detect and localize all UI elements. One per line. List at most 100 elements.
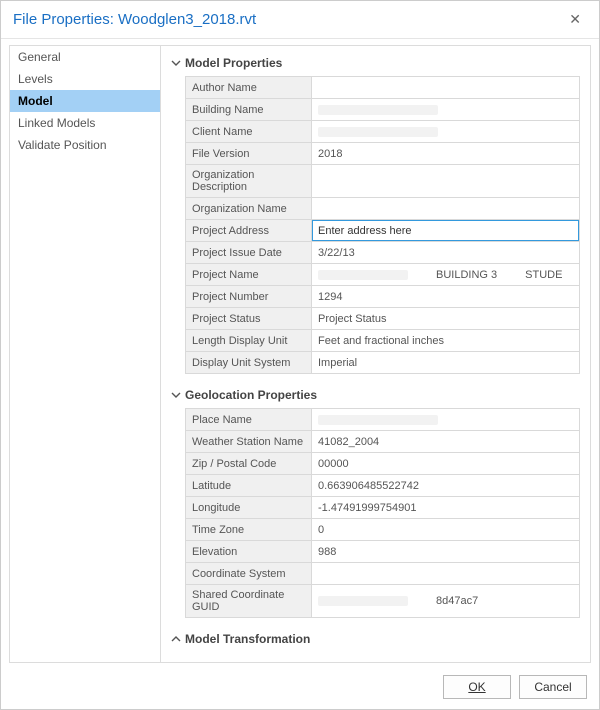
property-value[interactable]	[312, 99, 579, 120]
property-row: Project Issue Date3/22/13	[186, 242, 579, 264]
property-value[interactable]: 00000	[312, 453, 579, 474]
redacted-value	[318, 270, 408, 280]
property-label: Project Issue Date	[186, 242, 312, 263]
sidebar-item-model[interactable]: Model	[10, 90, 160, 112]
property-value[interactable]: -1.47491999754901	[312, 497, 579, 518]
sidebar-item-validate-position[interactable]: Validate Position	[10, 134, 160, 156]
sidebar: GeneralLevelsModelLinked ModelsValidate …	[9, 45, 161, 663]
property-value[interactable]: Project Status	[312, 308, 579, 329]
property-value[interactable]: 988	[312, 541, 579, 562]
property-value[interactable]	[312, 198, 579, 219]
sidebar-item-linked-models[interactable]: Linked Models	[10, 112, 160, 134]
property-value-part: 8d47ac7	[436, 595, 478, 607]
property-value[interactable]: 3/22/13	[312, 242, 579, 263]
property-label: Place Name	[186, 409, 312, 430]
property-label: Project Status	[186, 308, 312, 329]
property-value[interactable]: 41082_2004	[312, 431, 579, 452]
property-row: Time Zone0	[186, 519, 579, 541]
section-title: Geolocation Properties	[185, 388, 317, 402]
redacted-value	[318, 596, 408, 606]
property-row: Organization Name	[186, 198, 579, 220]
property-row: Project Name BUILDING 3 STUDE	[186, 264, 579, 286]
section-header-model-properties[interactable]: Model Properties	[171, 52, 580, 76]
property-label: Longitude	[186, 497, 312, 518]
property-label: Author Name	[186, 77, 312, 98]
property-value[interactable]	[312, 77, 579, 98]
property-row: Building Name	[186, 99, 579, 121]
property-value-part: BUILDING 3	[436, 269, 497, 281]
property-label: File Version	[186, 143, 312, 164]
property-row: Display Unit SystemImperial	[186, 352, 579, 374]
redacted-value	[318, 127, 438, 137]
redacted-value	[318, 105, 438, 115]
property-label: Zip / Postal Code	[186, 453, 312, 474]
property-value[interactable]	[312, 563, 579, 584]
property-label: Building Name	[186, 99, 312, 120]
property-row: Weather Station Name41082_2004	[186, 431, 579, 453]
redacted-value	[318, 415, 438, 425]
window-title: File Properties: Woodglen3_2018.rvt	[13, 11, 563, 28]
property-label: Display Unit System	[186, 352, 312, 373]
property-value[interactable]	[312, 121, 579, 142]
ok-button[interactable]: OK	[443, 675, 511, 699]
property-label: Elevation	[186, 541, 312, 562]
property-label: Weather Station Name	[186, 431, 312, 452]
property-value[interactable]: 1294	[312, 286, 579, 307]
property-value[interactable]: BUILDING 3 STUDE	[312, 264, 579, 285]
section-title: Model Transformation	[185, 632, 310, 646]
dialog-body: GeneralLevelsModelLinked ModelsValidate …	[1, 39, 599, 667]
property-value[interactable]: 8d47ac7	[312, 585, 579, 617]
property-row: Project StatusProject Status	[186, 308, 579, 330]
property-value[interactable]	[312, 220, 579, 241]
model-properties-table: Author NameBuilding NameClient NameFile …	[185, 76, 580, 374]
property-value[interactable]	[312, 165, 579, 197]
property-label: Coordinate System	[186, 563, 312, 584]
property-row: File Version2018	[186, 143, 579, 165]
property-row: Coordinate System	[186, 563, 579, 585]
section-header-model-transformation[interactable]: Model Transformation	[171, 628, 580, 652]
property-label: Project Name	[186, 264, 312, 285]
property-value[interactable]	[312, 409, 579, 430]
property-label: Project Address	[186, 220, 312, 241]
property-label: Client Name	[186, 121, 312, 142]
property-label: Time Zone	[186, 519, 312, 540]
property-input[interactable]	[312, 220, 579, 241]
main-panel: Model Properties Author NameBuilding Name…	[161, 45, 591, 663]
property-row: Elevation988	[186, 541, 579, 563]
property-value[interactable]: 0.663906485522742	[312, 475, 579, 496]
property-label: Organization Name	[186, 198, 312, 219]
footer: OK Cancel	[1, 667, 599, 709]
property-value-part: STUDE	[525, 269, 562, 281]
chevron-down-icon	[171, 390, 181, 400]
property-label: Latitude	[186, 475, 312, 496]
property-value[interactable]: Feet and fractional inches	[312, 330, 579, 351]
property-row: Length Display UnitFeet and fractional i…	[186, 330, 579, 352]
property-row: Shared Coordinate GUID 8d47ac7	[186, 585, 579, 618]
property-label: Shared Coordinate GUID	[186, 585, 312, 617]
property-value[interactable]: Imperial	[312, 352, 579, 373]
sidebar-item-general[interactable]: General	[10, 46, 160, 68]
property-row: Project Number1294	[186, 286, 579, 308]
section-header-geolocation-properties[interactable]: Geolocation Properties	[171, 384, 580, 408]
property-label: Project Number	[186, 286, 312, 307]
property-row: Place Name	[186, 409, 579, 431]
property-label: Length Display Unit	[186, 330, 312, 351]
property-row: Client Name	[186, 121, 579, 143]
chevron-right-icon	[171, 634, 181, 644]
sidebar-item-levels[interactable]: Levels	[10, 68, 160, 90]
property-row: Project Address	[186, 220, 579, 242]
chevron-down-icon	[171, 58, 181, 68]
property-row: Organization Description	[186, 165, 579, 198]
property-row: Latitude0.663906485522742	[186, 475, 579, 497]
property-row: Longitude-1.47491999754901	[186, 497, 579, 519]
geolocation-properties-table: Place NameWeather Station Name41082_2004…	[185, 408, 580, 618]
titlebar: File Properties: Woodglen3_2018.rvt ✕	[1, 1, 599, 39]
cancel-button[interactable]: Cancel	[519, 675, 587, 699]
property-label: Organization Description	[186, 165, 312, 197]
section-title: Model Properties	[185, 56, 282, 70]
property-row: Author Name	[186, 77, 579, 99]
property-row: Zip / Postal Code00000	[186, 453, 579, 475]
property-value[interactable]: 2018	[312, 143, 579, 164]
close-icon[interactable]: ✕	[563, 9, 587, 30]
property-value[interactable]: 0	[312, 519, 579, 540]
